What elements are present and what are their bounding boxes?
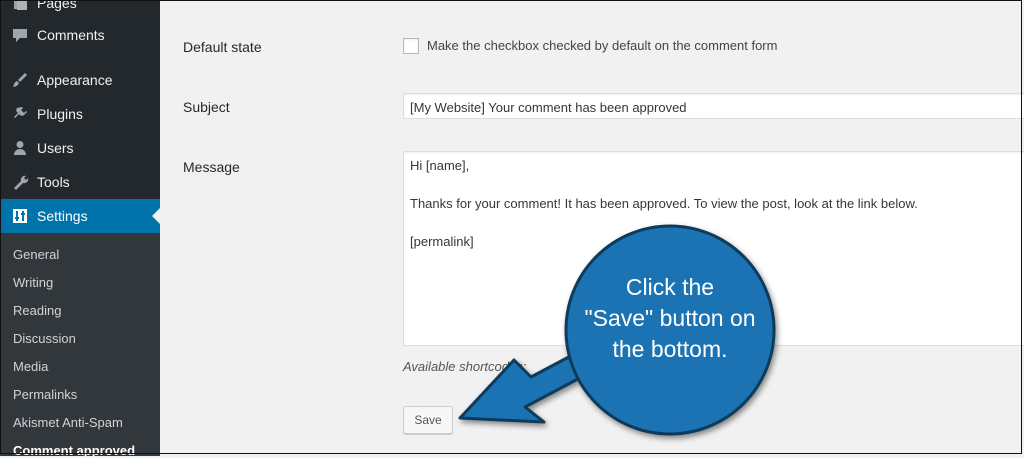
callout-text: Click the "Save" button on the bottom.: [568, 272, 772, 365]
callout-line: the bottom.: [612, 336, 728, 362]
callout-line: Click the: [625, 274, 715, 300]
callout-line: "Save" button on: [584, 305, 756, 331]
callout-arrow-graphic: [458, 224, 776, 436]
